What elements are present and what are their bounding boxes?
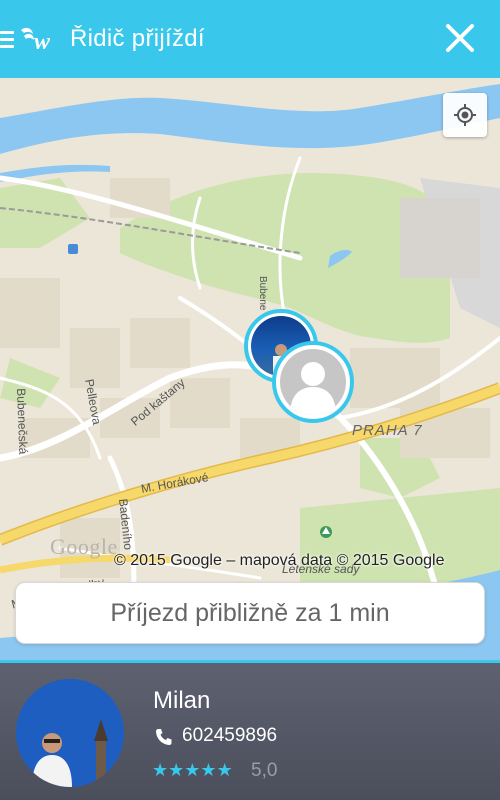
menu-icon[interactable] bbox=[0, 31, 14, 49]
street-label-bubenecska: Bubenečská bbox=[14, 388, 31, 455]
star-icon: ★ bbox=[152, 760, 169, 780]
map-view[interactable]: Bubene Pelleova Bubenečská Pod kaštany M… bbox=[0, 78, 500, 660]
crosshair-icon bbox=[454, 104, 476, 126]
google-logo: Google bbox=[50, 534, 118, 559]
district-label-praha7: PRAHA 7 bbox=[352, 422, 423, 439]
driver-rating: 5,0 bbox=[251, 760, 278, 781]
eta-text: Příjezd přibližně za 1 min bbox=[110, 598, 390, 627]
map-base bbox=[0, 84, 500, 660]
driver-name: Milan bbox=[153, 687, 211, 714]
close-icon[interactable] bbox=[442, 20, 478, 56]
star-icon: ★ bbox=[184, 760, 201, 780]
map-copyright: © 2015 Google – mapová data © 2015 Googl… bbox=[114, 552, 445, 569]
star-icon: ★ bbox=[168, 760, 185, 780]
driver-info-panel: Milan 602459896 ★ ★ ★ ★ ★ 5,0 bbox=[0, 660, 500, 800]
app-logo: w bbox=[21, 27, 51, 55]
driver-avatar bbox=[16, 679, 124, 787]
app-bar: w Řidič přijíždí bbox=[0, 0, 500, 78]
street-label-bubene: Bubene bbox=[257, 276, 268, 311]
eta-banner: Příjezd přibližně za 1 min bbox=[15, 582, 485, 644]
page-title: Řidič přijíždí bbox=[70, 25, 205, 52]
phone-icon[interactable] bbox=[154, 727, 174, 747]
driver-phone[interactable]: 602459896 bbox=[182, 725, 277, 747]
svg-text:w: w bbox=[34, 29, 51, 55]
user-map-pin[interactable] bbox=[272, 341, 354, 423]
rating-stars: ★ ★ ★ ★ ★ bbox=[152, 760, 233, 780]
user-placeholder-icon bbox=[280, 349, 346, 415]
my-location-button[interactable] bbox=[443, 93, 487, 137]
star-icon: ★ bbox=[216, 760, 233, 780]
star-icon: ★ bbox=[200, 760, 217, 780]
